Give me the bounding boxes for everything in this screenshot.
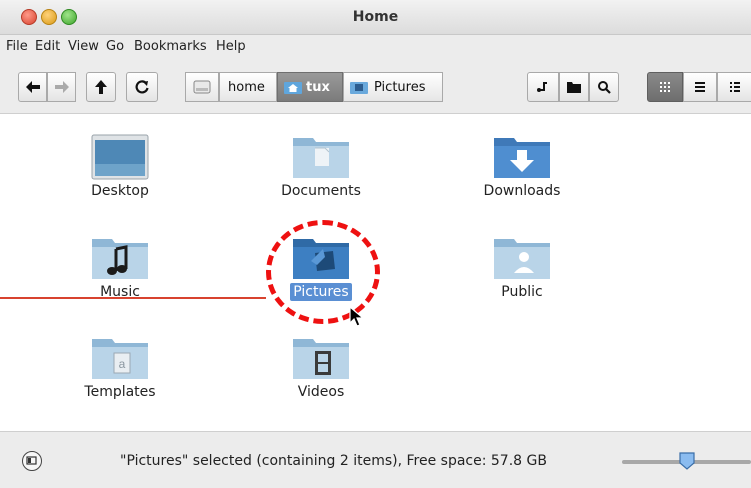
- sidebar-icon: [26, 456, 37, 465]
- file-label: Desktop: [91, 183, 149, 199]
- title-bar[interactable]: Home: [0, 0, 751, 35]
- public-folder-icon: [494, 239, 550, 279]
- breadcrumb-pictures[interactable]: Pictures: [343, 72, 443, 102]
- annotation-pointer-line: [0, 297, 266, 299]
- file-item-templates[interactable]: a Templates: [45, 335, 195, 401]
- file-label: Documents: [281, 183, 361, 199]
- back-arrow-icon: [25, 81, 40, 93]
- open-terminal-icon: [537, 82, 547, 92]
- reload-button[interactable]: [126, 72, 158, 102]
- file-item-documents[interactable]: Documents: [246, 134, 396, 200]
- status-text: "Pictures" selected (containing 2 items)…: [120, 453, 547, 469]
- file-item-public[interactable]: Public: [447, 235, 597, 301]
- file-label: Downloads: [483, 183, 561, 199]
- menu-bar: File Edit View Go Bookmarks Help: [0, 35, 751, 61]
- drive-icon: [193, 80, 211, 94]
- drive-crumb[interactable]: [185, 72, 219, 102]
- up-arrow-icon: [95, 80, 107, 94]
- icon-view-icon: [660, 82, 670, 92]
- videos-folder-icon: [293, 339, 349, 379]
- templates-folder-icon: a: [92, 339, 148, 379]
- toolbar: home tux Pictures: [0, 61, 751, 114]
- menu-file[interactable]: File: [6, 39, 28, 54]
- menu-go[interactable]: Go: [106, 39, 124, 54]
- forward-arrow-icon: [54, 81, 69, 93]
- back-button[interactable]: [18, 72, 47, 102]
- breadcrumb-label: home: [228, 79, 265, 95]
- new-folder-button[interactable]: [559, 72, 589, 102]
- toggle-sidebar-button[interactable]: [22, 451, 42, 471]
- home-folder-icon: [284, 82, 302, 94]
- menu-view[interactable]: View: [68, 39, 99, 54]
- file-item-music[interactable]: Music: [45, 235, 195, 301]
- file-item-desktop[interactable]: Desktop: [45, 134, 195, 200]
- file-label: Public: [501, 284, 543, 300]
- file-label: Videos: [297, 384, 345, 400]
- breadcrumb-label: tux: [306, 79, 330, 95]
- icon-view-button[interactable]: [647, 72, 683, 102]
- compact-view-button[interactable]: [717, 72, 751, 102]
- forward-button[interactable]: [47, 72, 76, 102]
- svg-text:a: a: [119, 357, 126, 371]
- window-title: Home: [352, 9, 399, 25]
- pictures-folder-icon: [350, 82, 368, 94]
- file-item-downloads[interactable]: Downloads: [447, 134, 597, 200]
- search-button[interactable]: [589, 72, 619, 102]
- menu-edit[interactable]: Edit: [35, 39, 60, 54]
- file-item-videos[interactable]: Videos: [246, 335, 396, 401]
- file-manager-window: Home File Edit View Go Bookmarks Help ho…: [0, 0, 751, 488]
- list-view-button[interactable]: [683, 72, 717, 102]
- reload-icon: [135, 80, 149, 94]
- up-button[interactable]: [86, 72, 116, 102]
- open-terminal-button[interactable]: [527, 72, 559, 102]
- list-view-icon: [695, 82, 705, 92]
- file-label: Templates: [84, 384, 156, 400]
- breadcrumb-tux[interactable]: tux: [277, 72, 343, 102]
- documents-folder-icon: [293, 138, 349, 178]
- new-folder-icon: [567, 82, 581, 93]
- music-folder-icon: [92, 239, 148, 279]
- compact-view-icon: [729, 82, 740, 92]
- menu-bookmarks[interactable]: Bookmarks: [134, 39, 207, 54]
- breadcrumb-home[interactable]: home: [219, 72, 277, 102]
- breadcrumb-label: Pictures: [374, 79, 426, 95]
- search-icon: [598, 81, 611, 94]
- menu-help[interactable]: Help: [216, 39, 246, 54]
- zoom-slider-thumb[interactable]: [679, 452, 695, 470]
- status-bar: "Pictures" selected (containing 2 items)…: [0, 431, 751, 488]
- mouse-cursor-icon: [349, 306, 365, 327]
- downloads-folder-icon: [494, 138, 550, 178]
- desktop-folder-icon: [91, 134, 149, 180]
